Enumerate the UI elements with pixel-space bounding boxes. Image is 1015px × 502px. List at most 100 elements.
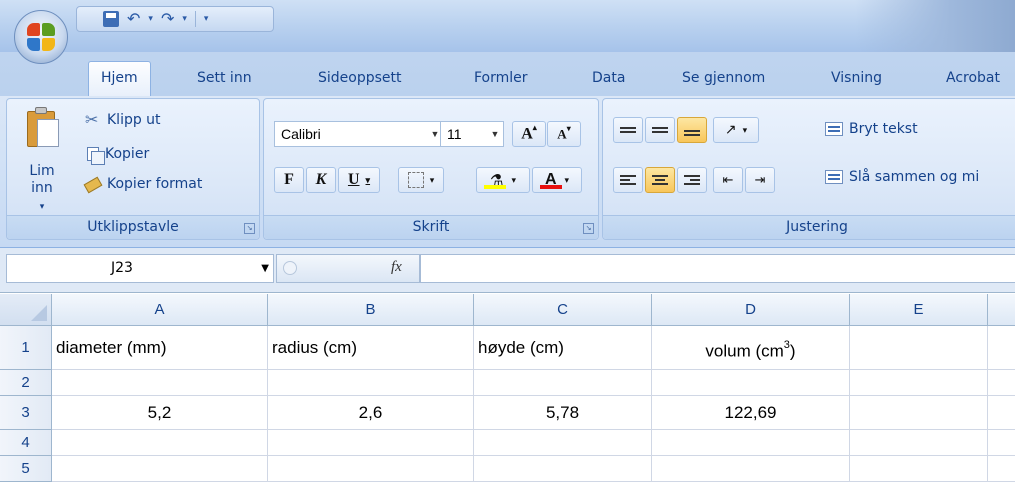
cell-d1[interactable]: volum (cm3) bbox=[652, 326, 850, 370]
cell-d5[interactable] bbox=[652, 456, 850, 482]
borders-button[interactable]: ▾ bbox=[398, 167, 444, 193]
cell-d1-text: volum (cm bbox=[705, 341, 784, 361]
tab-se-gjennom[interactable]: Se gjennom bbox=[682, 63, 765, 96]
wrap-text-button[interactable]: Bryt tekst bbox=[825, 121, 918, 137]
merge-center-label: Slå sammen og mi bbox=[849, 169, 980, 185]
cell-a2[interactable] bbox=[52, 370, 268, 396]
tab-visning[interactable]: Visning bbox=[831, 63, 882, 96]
merge-center-button[interactable]: Slå sammen og mi bbox=[825, 169, 979, 185]
cell-b5[interactable] bbox=[268, 456, 474, 482]
align-right-button[interactable] bbox=[677, 167, 707, 193]
font-size-combo[interactable]: 11 ▼ bbox=[440, 121, 504, 147]
cut-button[interactable]: Klipp ut bbox=[85, 109, 161, 131]
tab-data[interactable]: Data bbox=[592, 63, 625, 96]
cell-f4[interactable] bbox=[988, 430, 1015, 456]
cell-c4[interactable] bbox=[474, 430, 652, 456]
title-bar-shade bbox=[855, 0, 1015, 52]
font-size-dropdown-icon[interactable]: ▼ bbox=[487, 122, 503, 146]
align-middle-icon bbox=[652, 125, 668, 135]
tab-sideoppsett[interactable]: Sideoppsett bbox=[318, 63, 402, 96]
cell-e3[interactable] bbox=[850, 396, 988, 430]
row-header-2[interactable]: 2 bbox=[0, 370, 52, 396]
tab-hjem[interactable]: Hjem bbox=[88, 61, 151, 96]
formula-buttons: fx bbox=[276, 254, 420, 283]
decrease-indent-button[interactable]: ⇤ bbox=[713, 167, 743, 193]
cell-f2[interactable] bbox=[988, 370, 1015, 396]
align-left-button[interactable] bbox=[613, 167, 643, 193]
font-launcher-icon[interactable]: ↘ bbox=[583, 223, 594, 234]
cell-f1[interactable] bbox=[988, 326, 1015, 370]
tab-acrobat[interactable]: Acrobat bbox=[946, 63, 1000, 96]
cell-b4[interactable] bbox=[268, 430, 474, 456]
clipboard-launcher-icon[interactable]: ↘ bbox=[244, 223, 255, 234]
align-bottom-button[interactable] bbox=[677, 117, 707, 143]
qat-separator bbox=[194, 11, 196, 27]
column-header-a[interactable]: A bbox=[52, 294, 268, 326]
orientation-button[interactable]: ↗ ▾ bbox=[713, 117, 759, 143]
tab-formler[interactable]: Formler bbox=[474, 63, 528, 96]
formula-input[interactable] bbox=[420, 254, 1015, 283]
fill-color-button[interactable]: ⚗ ▾ bbox=[476, 167, 530, 193]
font-color-swatch bbox=[540, 185, 562, 189]
cell-e5[interactable] bbox=[850, 456, 988, 482]
cell-f5[interactable] bbox=[988, 456, 1015, 482]
customize-qat-icon[interactable]: ▾ bbox=[204, 14, 209, 24]
name-box-dropdown-icon[interactable]: ▼ bbox=[261, 255, 269, 282]
select-all-button[interactable] bbox=[0, 294, 52, 326]
cell-d2[interactable] bbox=[652, 370, 850, 396]
cell-a5[interactable] bbox=[52, 456, 268, 482]
undo-dropdown-icon[interactable]: ▾ bbox=[148, 14, 153, 24]
align-center-button[interactable] bbox=[645, 167, 675, 193]
grow-font-button[interactable]: A▴ bbox=[512, 121, 546, 147]
cell-a3[interactable]: 5,2 bbox=[52, 396, 268, 430]
row-header-3[interactable]: 3 bbox=[0, 396, 52, 430]
cell-c1[interactable]: høyde (cm) bbox=[474, 326, 652, 370]
align-middle-button[interactable] bbox=[645, 117, 675, 143]
undo-icon[interactable]: ↶ bbox=[127, 11, 140, 27]
cell-a1[interactable]: diameter (mm) bbox=[52, 326, 268, 370]
font-color-button[interactable]: A ▾ bbox=[532, 167, 582, 193]
clipboard-group-label: Utklippstavle bbox=[7, 215, 259, 239]
cell-e4[interactable] bbox=[850, 430, 988, 456]
italic-button[interactable]: K bbox=[306, 167, 336, 193]
underline-button[interactable]: U ▾ bbox=[338, 167, 380, 193]
cell-b3[interactable]: 2,6 bbox=[268, 396, 474, 430]
cell-e2[interactable] bbox=[850, 370, 988, 396]
column-header-c[interactable]: C bbox=[474, 294, 652, 326]
cell-c2[interactable] bbox=[474, 370, 652, 396]
format-painter-button[interactable]: Kopier format bbox=[85, 173, 202, 195]
increase-indent-button[interactable]: ⇥ bbox=[745, 167, 775, 193]
redo-icon[interactable]: ↷ bbox=[161, 11, 174, 27]
copy-button[interactable]: Kopier bbox=[85, 143, 149, 165]
row-header-1[interactable]: 1 bbox=[0, 326, 52, 370]
column-header-e[interactable]: E bbox=[850, 294, 988, 326]
column-header-f[interactable] bbox=[988, 294, 1015, 326]
font-name-combo[interactable]: Calibri ▼ bbox=[274, 121, 444, 147]
cell-a4[interactable] bbox=[52, 430, 268, 456]
row-header-5[interactable]: 5 bbox=[0, 456, 52, 482]
column-header-d[interactable]: D bbox=[652, 294, 850, 326]
row-header-4[interactable]: 4 bbox=[0, 430, 52, 456]
office-button[interactable] bbox=[14, 10, 68, 64]
alignment-group: ↗ ▾ Bryt tekst ⇤ ⇥ Slå sammen og mi Juste… bbox=[602, 98, 1015, 240]
insert-function-button[interactable]: fx bbox=[391, 259, 402, 276]
name-box[interactable]: J23 ▼ bbox=[6, 254, 274, 283]
paste-icon[interactable] bbox=[27, 107, 61, 149]
align-top-button[interactable] bbox=[613, 117, 643, 143]
cell-c5[interactable] bbox=[474, 456, 652, 482]
cell-d4[interactable] bbox=[652, 430, 850, 456]
save-icon[interactable] bbox=[103, 11, 119, 27]
bold-button[interactable]: F bbox=[274, 167, 304, 193]
font-size-value: 11 bbox=[447, 126, 462, 142]
column-header-b[interactable]: B bbox=[268, 294, 474, 326]
cell-b1[interactable]: radius (cm) bbox=[268, 326, 474, 370]
cell-d3[interactable]: 122,69 bbox=[652, 396, 850, 430]
cell-e1[interactable] bbox=[850, 326, 988, 370]
redo-dropdown-icon[interactable]: ▾ bbox=[182, 14, 187, 24]
cell-c3[interactable]: 5,78 bbox=[474, 396, 652, 430]
cell-f3[interactable] bbox=[988, 396, 1015, 430]
shrink-font-button[interactable]: A▾ bbox=[547, 121, 581, 147]
cell-b2[interactable] bbox=[268, 370, 474, 396]
paste-button[interactable]: Lim inn ▾ bbox=[27, 163, 57, 216]
tab-sett-inn[interactable]: Sett inn bbox=[197, 63, 252, 96]
